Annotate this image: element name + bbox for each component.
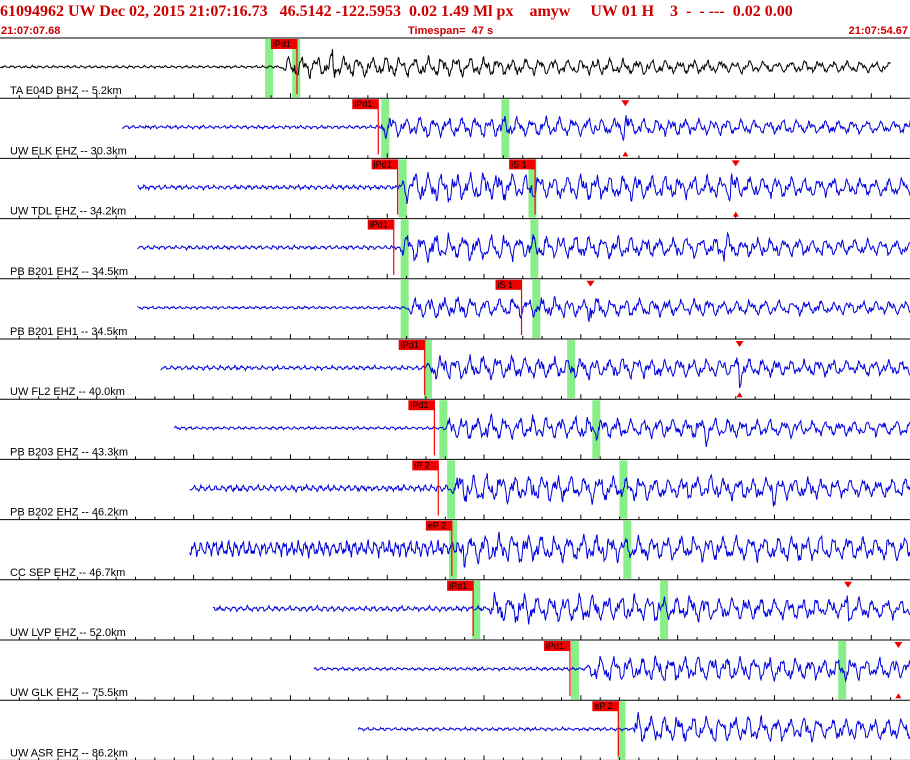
amp-marker-top-5: [735, 341, 744, 347]
station-label-6: PB B203 EHZ -- 43.3km: [10, 446, 128, 458]
phase-window-8-1: [623, 520, 632, 579]
waveform-trace-1: [121, 114, 910, 142]
amp-marker-top-1: [621, 100, 630, 107]
waveform-trace-3: [137, 231, 910, 263]
amp-marker-top-10: [894, 642, 903, 648]
pick-label-7-0: iP 2: [414, 460, 429, 470]
pick-label-1-0: iPd1: [354, 99, 372, 109]
station-label-0: TA E04D BHZ -- 5.2km: [10, 85, 122, 97]
pick-label-2-1: iS 1: [511, 159, 527, 169]
station-label-7: PB B202 EHZ -- 46.2km: [10, 507, 128, 519]
seismogram-panel[interactable]: iPd1 TA E04D BHZ -- 5.2km iPd1 UW ELK EHZ -…: [0, 0, 910, 760]
phase-window-3-0: [400, 219, 409, 278]
waveform-trace-8: [189, 531, 910, 568]
station-label-11: UW ASR EHZ -- 86.2km: [10, 747, 128, 759]
waveform-trace-5: [160, 353, 910, 389]
waveform-trace-7: [189, 473, 910, 507]
station-label-2: UW TDL EHZ -- 34.2km: [10, 206, 126, 218]
pick-label-5-0: iPd1: [401, 340, 419, 350]
pick-label-8-0: eP 2: [428, 521, 446, 531]
station-label-1: UW ELK EHZ -- 30.3km: [10, 145, 127, 157]
waveform-trace-10: [313, 655, 910, 683]
amp-marker-bottom-5: [736, 392, 743, 398]
station-label-3: PB B201 EHZ -- 34.5km: [10, 266, 128, 278]
pick-label-0-0: iPd1: [273, 39, 291, 49]
station-label-8: CC SEP EHZ -- 46.7km: [10, 567, 125, 579]
waveform-trace-11: [357, 711, 910, 744]
phase-window-1-1: [501, 99, 510, 158]
pick-label-2-0: iPd1: [374, 159, 392, 169]
phase-window-2-0: [398, 159, 407, 218]
waveform-trace-4: [137, 296, 910, 322]
amp-marker-top-4: [586, 280, 595, 287]
phase-window-3-1: [530, 219, 539, 278]
waveform-trace-6: [173, 413, 910, 448]
pick-label-11-0: eP 2: [594, 701, 612, 711]
amp-marker-top-9: [844, 581, 853, 588]
pick-label-3-0: iPd1: [370, 220, 388, 230]
amp-marker-top-2: [731, 160, 740, 167]
pick-label-6-0: iPd1: [410, 400, 428, 410]
amp-marker-bottom-1: [622, 151, 629, 157]
station-label-4: PB B201 EH1 -- 34.5km: [10, 326, 127, 338]
pick-label-9-0: iPd1: [449, 581, 467, 591]
station-label-9: UW LVP EHZ -- 52.0km: [10, 627, 126, 639]
pick-label-10-0: iPd1: [546, 641, 564, 651]
waveform-trace-0: [0, 49, 891, 80]
station-label-10: UW GLK EHZ -- 75.5km: [10, 687, 128, 699]
waveform-trace-2: [137, 171, 910, 204]
station-label-5: UW FL2 EHZ -- 40.0km: [10, 386, 125, 398]
amp-marker-bottom-10: [895, 693, 902, 699]
pick-label-4-0: iS 1: [498, 280, 514, 290]
waveform-trace-9: [212, 592, 910, 625]
